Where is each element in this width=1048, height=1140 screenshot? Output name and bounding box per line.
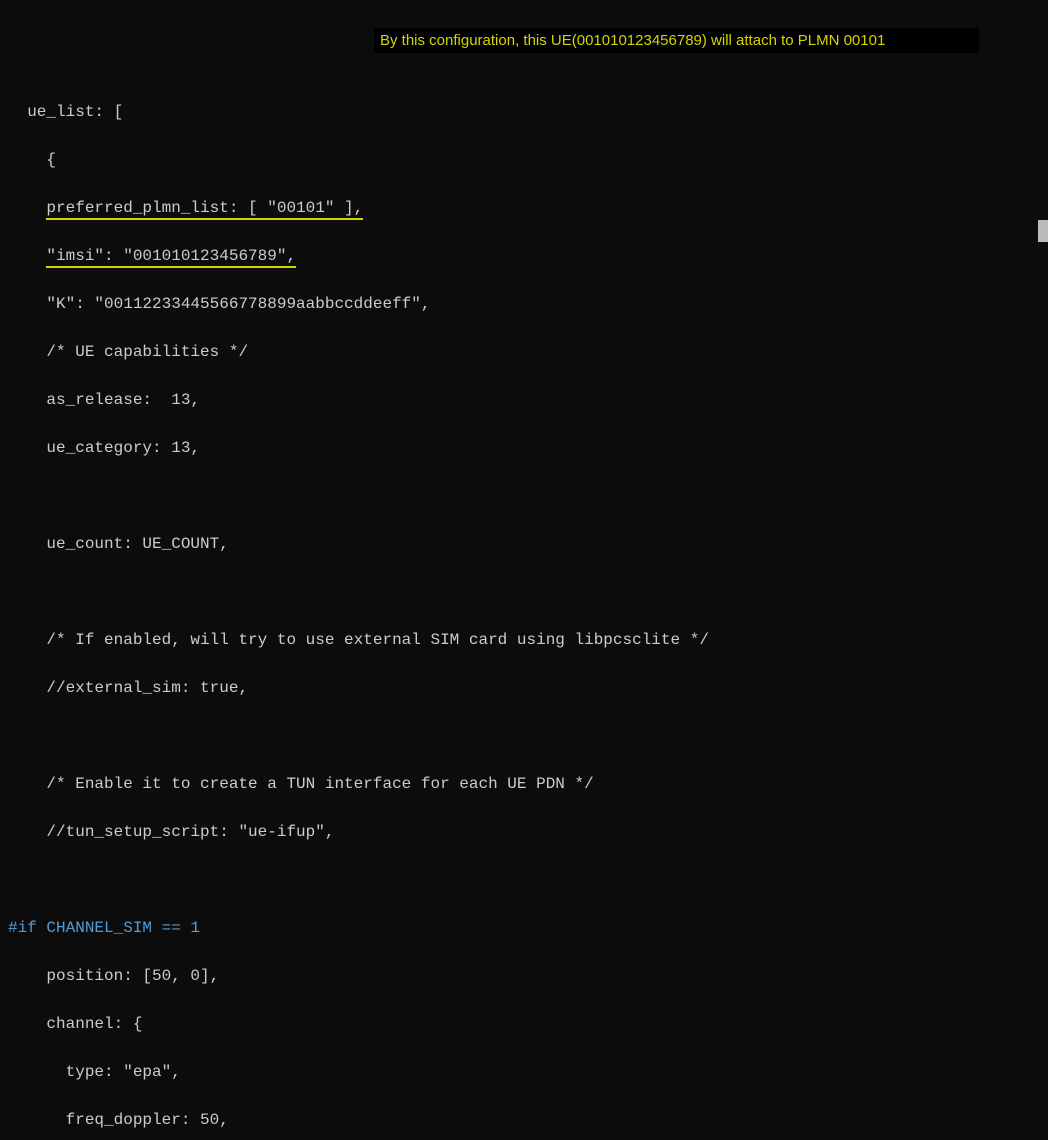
- code-text: type: "epa",: [8, 1063, 181, 1081]
- code-text: //external_sim: true,: [8, 679, 248, 697]
- code-line: [0, 580, 1048, 604]
- code-line: position: [50, 0],: [0, 964, 1048, 988]
- code-line-highlighted: preferred_plmn_list: [ "00101" ],: [0, 196, 1048, 220]
- indent: [8, 199, 46, 217]
- code-text: channel: {: [8, 1015, 142, 1033]
- code-text: /* UE capabilities */: [8, 343, 248, 361]
- code-line: "K": "00112233445566778899aabbccddeeff",: [0, 292, 1048, 316]
- code-line: channel: {: [0, 1012, 1048, 1036]
- code-text: /* Enable it to create a TUN interface f…: [8, 775, 594, 793]
- underlined-text: preferred_plmn_list: [ "00101" ],: [46, 199, 363, 220]
- code-line-highlighted: "imsi": "001010123456789",: [0, 244, 1048, 268]
- code-text: "K": "00112233445566778899aabbccddeeff",: [8, 295, 430, 313]
- code-text: /* If enabled, will try to use external …: [8, 631, 709, 649]
- code-text: ue_list: [: [8, 103, 123, 121]
- code-line: as_release: 13,: [0, 388, 1048, 412]
- code-line: //tun_setup_script: "ue-ifup",: [0, 820, 1048, 844]
- code-line: {: [0, 148, 1048, 172]
- code-line: [0, 868, 1048, 892]
- annotation-callout: By this configuration, this UE(001010123…: [374, 28, 979, 53]
- code-line: ue_category: 13,: [0, 436, 1048, 460]
- preprocessor-directive: #if CHANNEL_SIM == 1: [0, 916, 1048, 940]
- code-comment: /* UE capabilities */: [0, 340, 1048, 364]
- code-text: ue_category: 13,: [8, 439, 200, 457]
- code-line: ue_count: UE_COUNT,: [0, 532, 1048, 556]
- code-line: //external_sim: true,: [0, 676, 1048, 700]
- code-text: //tun_setup_script: "ue-ifup",: [8, 823, 334, 841]
- code-line: freq_doppler: 50,: [0, 1108, 1048, 1132]
- indent: [8, 247, 46, 265]
- code-text: as_release: 13,: [8, 391, 200, 409]
- code-text: freq_doppler: 50,: [8, 1111, 229, 1129]
- code-text: position: [50, 0],: [8, 967, 219, 985]
- code-line: type: "epa",: [0, 1060, 1048, 1084]
- code-text: {: [8, 151, 56, 169]
- underlined-text: "imsi": "001010123456789",: [46, 247, 296, 268]
- code-comment: /* Enable it to create a TUN interface f…: [0, 772, 1048, 796]
- code-line: ue_list: [: [0, 100, 1048, 124]
- code-line: [0, 724, 1048, 748]
- annotation-text: By this configuration, this UE(001010123…: [380, 32, 885, 49]
- scrollbar-thumb[interactable]: [1038, 220, 1048, 242]
- code-text: #if CHANNEL_SIM == 1: [8, 919, 200, 937]
- code-text: ue_count: UE_COUNT,: [8, 535, 229, 553]
- code-comment: /* If enabled, will try to use external …: [0, 628, 1048, 652]
- code-line: [0, 484, 1048, 508]
